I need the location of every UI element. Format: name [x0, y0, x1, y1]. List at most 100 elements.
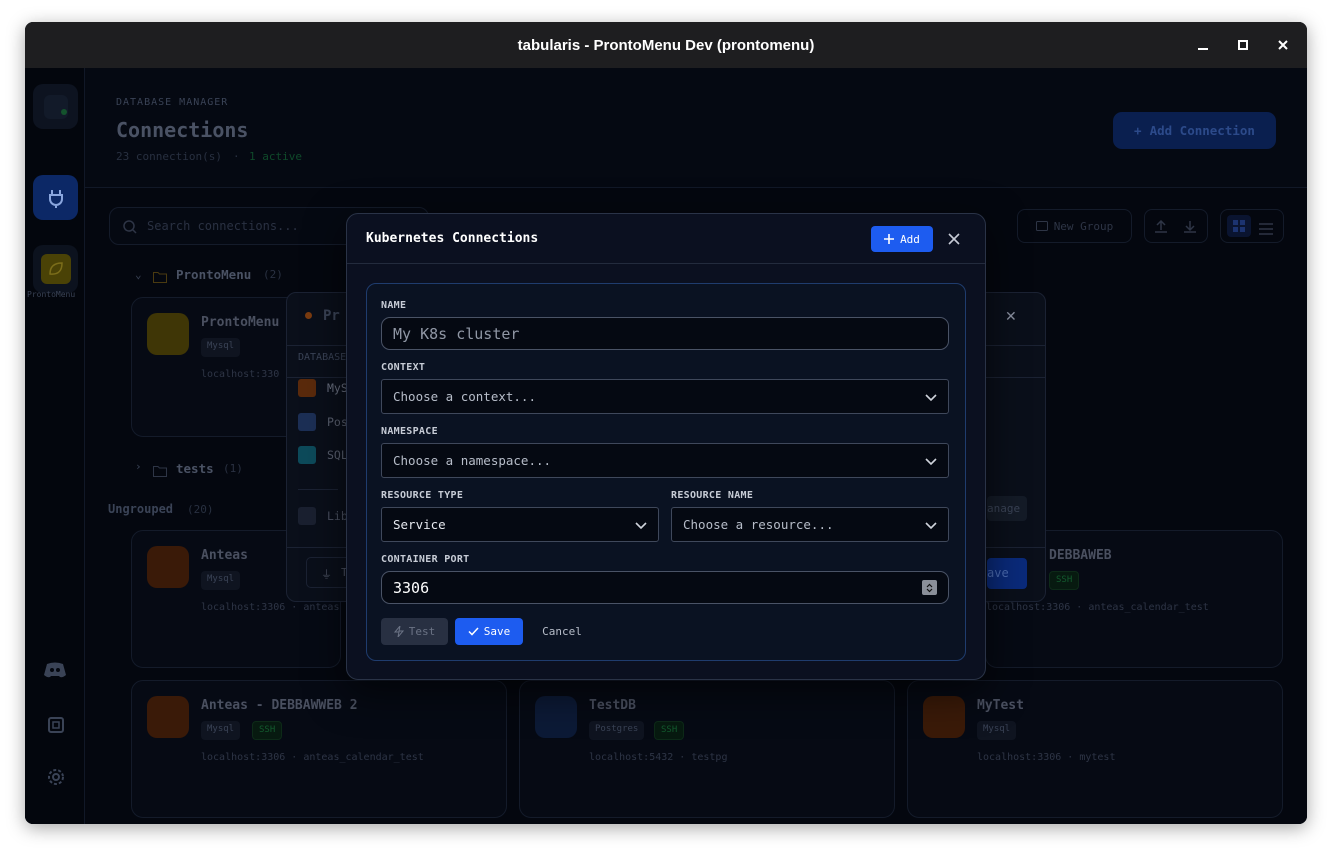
library-option[interactable]: Lib [327, 509, 348, 523]
save-label: Save [483, 625, 511, 638]
context-label: CONTEXT [381, 362, 426, 373]
card-subtitle: localhost:3306 · mytest [977, 752, 1116, 763]
manage-button[interactable]: anage [987, 496, 1027, 521]
app-logo [33, 84, 78, 129]
driver-option[interactable]: Pos [327, 415, 348, 429]
view-toggle [1220, 209, 1284, 243]
group-name[interactable]: tests [176, 461, 214, 476]
resource-name-value: Choose a resource... [683, 517, 834, 532]
add-connection-label: Add Connection [1149, 123, 1255, 138]
add-label: Add [900, 232, 920, 246]
modal-header: Kubernetes Connections Add [347, 214, 985, 264]
minimize-icon[interactable] [1193, 35, 1213, 55]
title-bar: tabularis - ProntoMenu Dev (prontomenu) [25, 22, 1307, 68]
port-value: 3306 [393, 578, 430, 597]
add-connection-button[interactable]: + Add Connection [1113, 112, 1276, 149]
card-subtitle: localhost:3306 · anteas_calendar_test [201, 752, 424, 763]
chevron-down-icon[interactable]: ⌄ [135, 268, 142, 281]
cancel-button[interactable]: Cancel [533, 618, 591, 645]
discord-icon[interactable] [43, 661, 67, 683]
chevron-right-icon[interactable]: › [135, 460, 142, 473]
driver-badge: Mysql [201, 721, 241, 740]
app-window: tabularis - ProntoMenu Dev (prontomenu) … [25, 22, 1307, 824]
chevron-down-icon [635, 521, 647, 529]
grid-view-icon[interactable] [1227, 215, 1251, 237]
list-view-icon[interactable] [1259, 220, 1273, 239]
card-title: Anteas [201, 548, 248, 563]
connection-card[interactable]: Anteas - DEBBAWWEB 2 Mysql SSH localhost… [131, 680, 507, 818]
upload-icon[interactable] [1154, 219, 1168, 238]
driver-badge: Mysql [977, 721, 1017, 740]
card-title: MyTest [977, 698, 1024, 713]
chevron-down-icon [925, 521, 937, 529]
sidebar-connection-label: ProntoMenu [27, 290, 76, 299]
sqlite-icon [298, 446, 316, 464]
mysql-icon [147, 696, 189, 738]
section-label: DATABASE MANAGER [116, 97, 229, 108]
test-label: Test [408, 625, 436, 638]
resource-name-select[interactable]: Choose a resource... [671, 507, 949, 542]
add-button[interactable]: Add [871, 226, 933, 252]
resource-type-select[interactable]: Service [381, 507, 659, 542]
postgres-icon [298, 413, 316, 431]
app-body: ProntoMenu DATABASE MANAGER Connections … [25, 68, 1307, 824]
resource-type-label: RESOURCE TYPE [381, 490, 464, 501]
namespace-value: Choose a namespace... [393, 453, 552, 468]
card-subtitle: localhost:330 [201, 369, 280, 380]
maximize-icon[interactable] [1233, 35, 1253, 55]
container-port-input[interactable]: 3306 [381, 571, 949, 604]
gear-icon[interactable] [45, 766, 67, 792]
resource-name-label: RESOURCE NAME [671, 490, 754, 501]
back-save-button[interactable]: ave [987, 558, 1027, 589]
connection-card[interactable]: MyTest Mysql localhost:3306 · mytest [907, 680, 1283, 818]
card-subtitle: localhost:3306 · anteas [201, 602, 340, 613]
container-port-label: CONTAINER PORT [381, 554, 470, 565]
connection-card[interactable]: TestDB Postgres SSH localhost:5432 · tes… [519, 680, 895, 818]
divider [298, 489, 338, 490]
back-modal-section: DATABASE [298, 352, 347, 363]
postgres-icon [535, 696, 577, 738]
card-subtitle: localhost:5432 · testpg [589, 752, 728, 763]
new-group-button[interactable]: New Group [1017, 209, 1132, 243]
name-input[interactable]: My K8s cluster [381, 317, 949, 350]
namespace-select[interactable]: Choose a namespace... [381, 443, 949, 478]
cpu-icon[interactable] [45, 714, 67, 740]
connections-nav-button[interactable] [33, 175, 78, 220]
card-subtitle: localhost:3306 · anteas_calendar_test [986, 602, 1209, 613]
driver-option[interactable]: SQL [327, 448, 348, 462]
close-icon[interactable]: ✕ [1005, 309, 1017, 325]
context-select[interactable]: Choose a context... [381, 379, 949, 414]
sidebar: ProntoMenu [25, 68, 85, 824]
download-icon[interactable] [1183, 219, 1197, 238]
chevron-down-icon [925, 457, 937, 465]
test-button[interactable]: Test [381, 618, 448, 645]
ssh-badge: SSH [252, 721, 283, 740]
folder-icon [153, 268, 167, 287]
plug-icon [48, 189, 63, 208]
close-icon[interactable] [1273, 35, 1293, 55]
driver-badge: Mysql [201, 338, 241, 357]
driver-option[interactable]: MyS [327, 381, 348, 395]
new-group-label: New Group [1053, 219, 1114, 233]
close-icon[interactable] [943, 228, 965, 250]
cancel-label: Cancel [542, 625, 582, 638]
back-save-label: ave [987, 566, 1009, 580]
search-placeholder: Search connections... [147, 219, 299, 233]
plus-icon: + [1134, 123, 1142, 138]
main-header: DATABASE MANAGER Connections 23 connecti… [85, 68, 1307, 188]
group-name[interactable]: ProntoMenu [176, 267, 251, 282]
sidebar-connection-prontomenu[interactable] [33, 245, 78, 293]
back-modal-title: Pr [323, 308, 340, 324]
window-title: tabularis - ProntoMenu Dev (prontomenu) [517, 36, 815, 54]
context-value: Choose a context... [393, 389, 536, 404]
leaf-icon [147, 313, 189, 355]
save-button[interactable]: Save [455, 618, 523, 645]
number-stepper-icon[interactable] [922, 580, 937, 595]
resource-type-value: Service [393, 517, 446, 532]
header-separator: · [233, 150, 240, 163]
name-label: NAME [381, 300, 407, 311]
name-placeholder: My K8s cluster [393, 324, 520, 343]
ungrouped-label: Ungrouped [108, 502, 174, 516]
group-count: (1) [223, 462, 243, 475]
namespace-label: NAMESPACE [381, 426, 438, 437]
